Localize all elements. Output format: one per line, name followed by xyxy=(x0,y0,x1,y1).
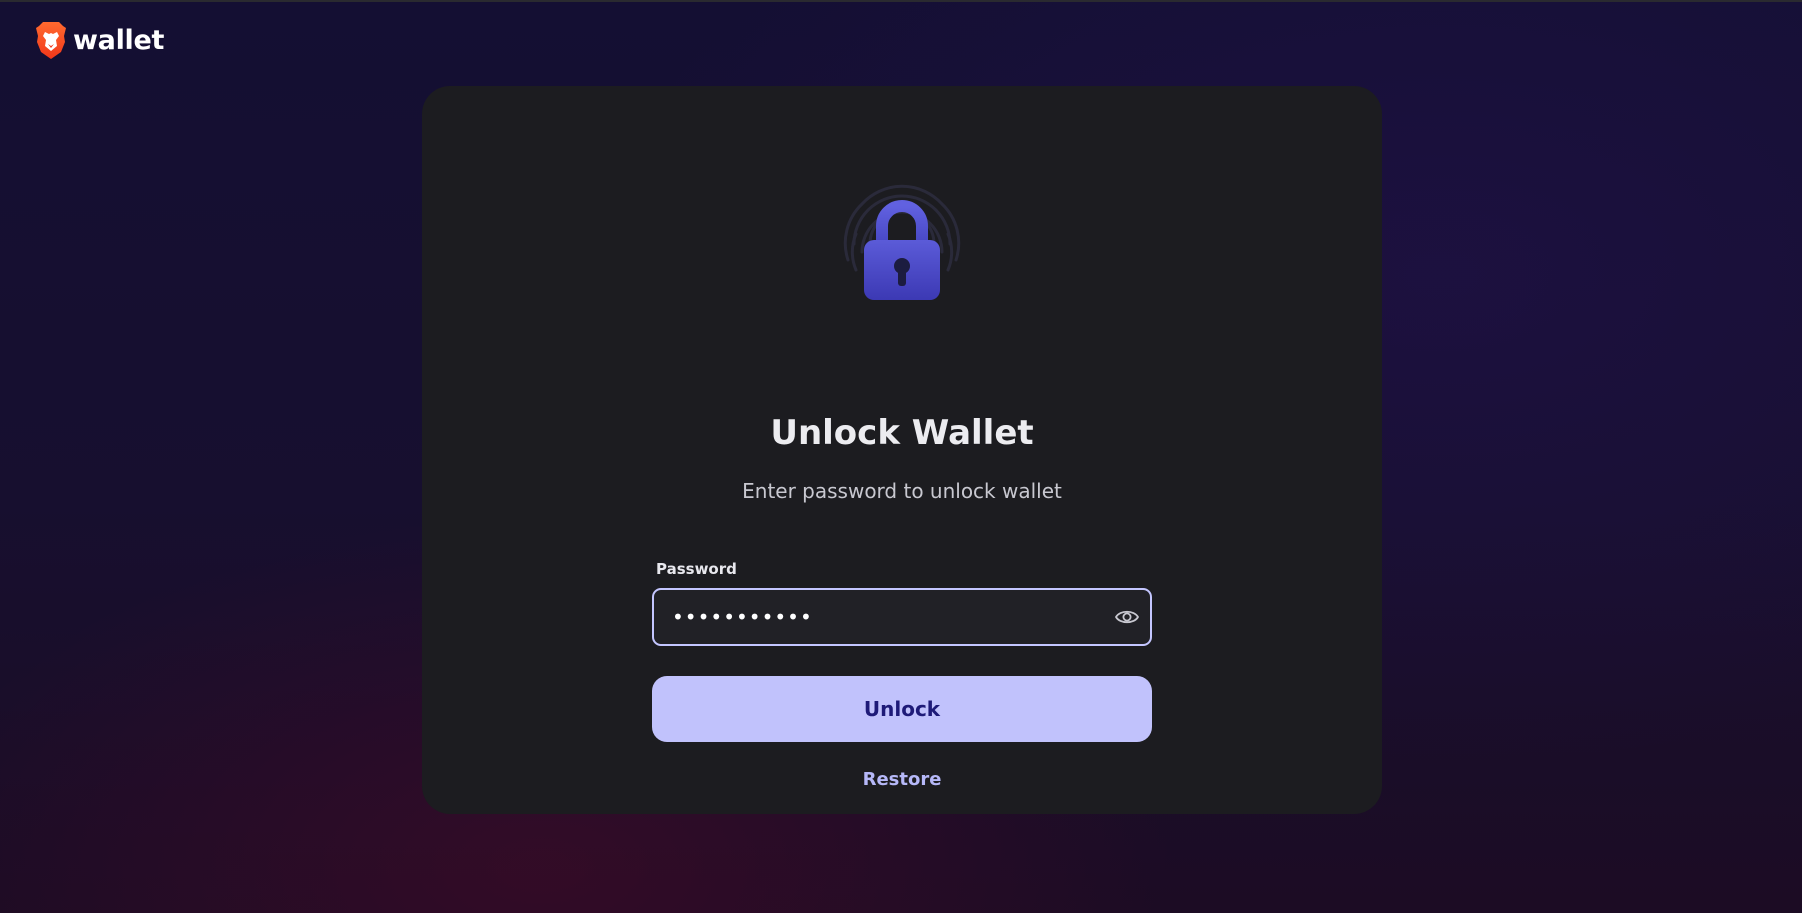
eye-icon[interactable] xyxy=(1114,604,1140,630)
padlock-fingerprint-icon xyxy=(843,184,961,300)
brave-lion-icon xyxy=(36,22,66,59)
unlock-button[interactable]: Unlock xyxy=(652,676,1152,742)
brand-name: wallet xyxy=(73,24,165,56)
page-title: Unlock Wallet xyxy=(770,413,1034,453)
brand: wallet xyxy=(35,20,164,60)
password-input[interactable] xyxy=(672,590,1092,644)
page-subtitle: Enter password to unlock wallet xyxy=(742,479,1062,503)
unlock-card: Unlock Wallet Enter password to unlock w… xyxy=(422,86,1382,814)
password-field xyxy=(652,588,1152,646)
window-top-border xyxy=(0,0,1802,2)
password-label: Password xyxy=(656,560,737,578)
restore-link[interactable]: Restore xyxy=(802,769,1002,791)
